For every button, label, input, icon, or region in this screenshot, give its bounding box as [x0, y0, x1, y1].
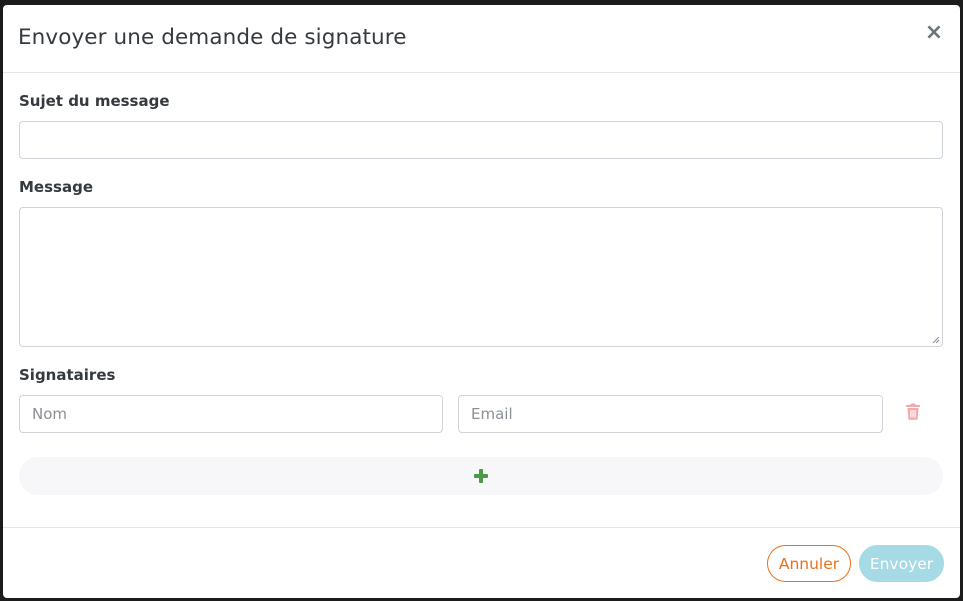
message-label: Message [19, 178, 93, 196]
add-signer-button[interactable] [19, 457, 943, 495]
send-button[interactable]: Envoyer [859, 545, 944, 582]
close-icon: × [924, 20, 944, 45]
plus-icon [474, 469, 488, 483]
signers-label: Signataires [19, 366, 116, 384]
modal-footer: Annuler Envoyer [3, 527, 960, 598]
resize-grip-icon[interactable] [932, 336, 940, 344]
signer-email-input[interactable] [459, 396, 882, 432]
message-field-wrapper [19, 207, 943, 347]
cancel-button[interactable]: Annuler [767, 545, 851, 582]
modal-header: Envoyer une demande de signature × [3, 5, 960, 73]
subject-input[interactable] [20, 122, 942, 158]
subject-field-wrapper [19, 121, 943, 159]
signer-name-input[interactable] [20, 396, 442, 432]
message-textarea[interactable] [20, 208, 942, 346]
subject-label: Sujet du message [19, 92, 170, 110]
close-button[interactable]: × [924, 21, 944, 45]
signer-name-field-wrapper [19, 395, 443, 433]
signature-request-modal: Envoyer une demande de signature × Sujet… [3, 5, 960, 598]
signer-email-field-wrapper [458, 395, 883, 433]
trash-icon[interactable] [905, 403, 921, 420]
modal-title: Envoyer une demande de signature [18, 25, 407, 50]
